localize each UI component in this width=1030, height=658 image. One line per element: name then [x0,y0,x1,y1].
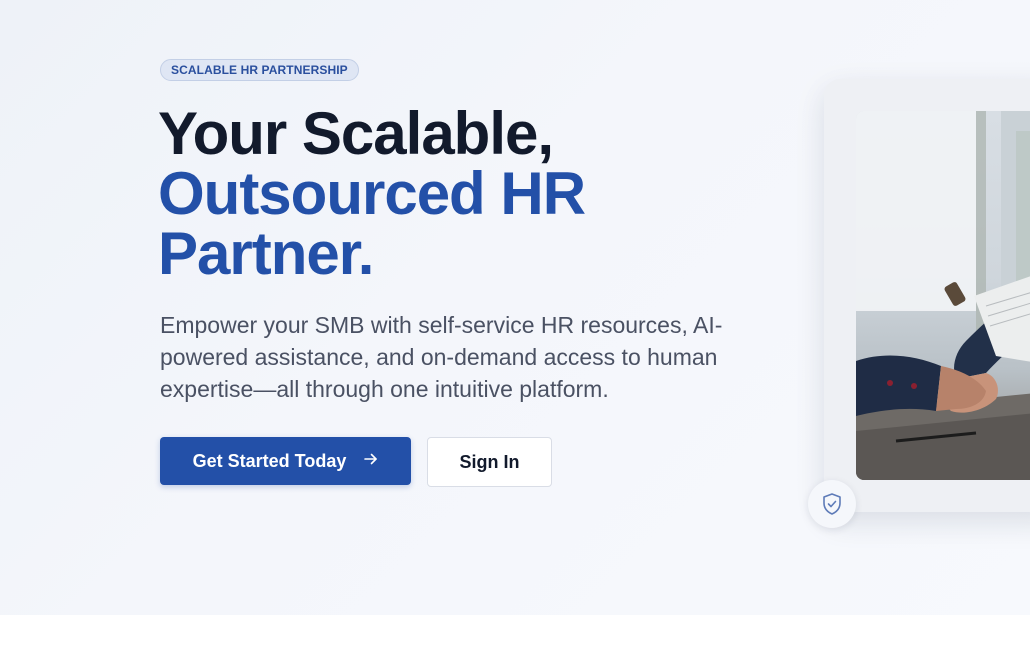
hero-image-card [824,79,1030,512]
headline-line-1: Your Scalable, [158,100,554,167]
hero-photo [856,111,1030,480]
sign-in-button[interactable]: Sign In [427,437,552,487]
hero-badge: SCALABLE HR PARTNERSHIP [160,59,359,81]
hero-headline: Your Scalable, Outsourced HR Partner. [158,100,586,287]
shield-check-icon [808,480,856,528]
get-started-button[interactable]: Get Started Today [160,437,411,485]
next-section [0,615,1030,658]
hero-section: SCALABLE HR PARTNERSHIP Your Scalable, O… [0,0,1030,615]
arrow-right-icon [364,452,378,470]
headline-line-2: Outsourced HR [158,160,586,227]
sign-in-label: Sign In [459,451,520,472]
headline-line-3: Partner. [158,220,374,287]
hero-description: Empower your SMB with self-service HR re… [160,312,723,402]
get-started-label: Get Started Today [192,450,347,471]
